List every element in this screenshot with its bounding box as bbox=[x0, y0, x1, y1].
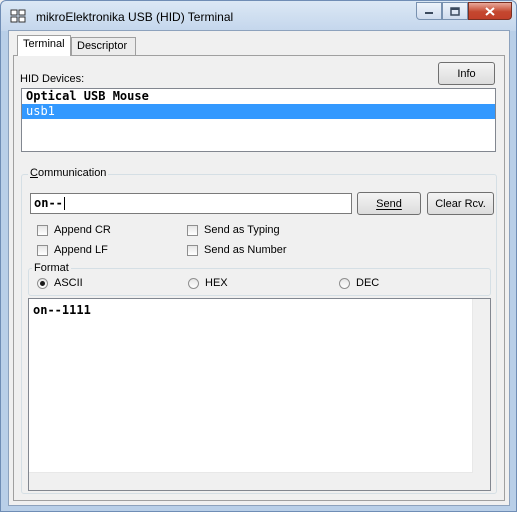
minimize-icon bbox=[425, 12, 433, 14]
vertical-scrollbar[interactable] bbox=[472, 299, 490, 473]
tab-terminal[interactable]: Terminal bbox=[17, 35, 71, 56]
horizontal-scrollbar[interactable] bbox=[29, 472, 473, 490]
app-window: mikroElektronika USB (HID) Terminal Term… bbox=[0, 0, 517, 512]
title-bar[interactable]: mikroElektronika USB (HID) Terminal bbox=[1, 1, 516, 31]
device-item-optical-usb-mouse[interactable]: Optical USB Mouse bbox=[22, 89, 495, 104]
communication-title-text: ommunication bbox=[37, 167, 107, 179]
maximize-icon bbox=[450, 6, 460, 16]
send-input[interactable]: on-- bbox=[30, 193, 352, 214]
send-as-typing-label: Send as Typing bbox=[204, 224, 280, 236]
client-area: Terminal Descriptor HID Devices: Info Op… bbox=[8, 30, 510, 506]
radio-button bbox=[188, 277, 199, 289]
close-button[interactable] bbox=[468, 2, 512, 20]
device-item-usb1[interactable]: usb1 bbox=[22, 104, 495, 119]
clear-receive-button[interactable]: Clear Rcv. bbox=[427, 192, 494, 215]
append-cr-checkbox[interactable]: Append CR bbox=[37, 224, 111, 236]
send-button-label: Send bbox=[376, 197, 402, 210]
format-hex-radio[interactable]: HEX bbox=[188, 277, 228, 289]
tab-descriptor[interactable]: Descriptor bbox=[71, 37, 136, 55]
receive-memo[interactable]: on--1111 bbox=[28, 298, 491, 491]
send-as-typing-checkbox[interactable]: Send as Typing bbox=[187, 224, 280, 236]
send-button[interactable]: Send bbox=[357, 192, 421, 215]
close-icon bbox=[485, 6, 495, 16]
send-as-number-label: Send as Number bbox=[204, 244, 287, 256]
checkbox-box bbox=[37, 244, 48, 256]
terminal-panel: HID Devices: Info Optical USB Mouse usb1… bbox=[13, 55, 505, 501]
checkbox-box bbox=[187, 244, 198, 256]
radio-button bbox=[37, 277, 48, 289]
window-title: mikroElektronika USB (HID) Terminal bbox=[36, 10, 234, 24]
ascii-label: ASCII bbox=[54, 277, 83, 289]
minimize-button[interactable] bbox=[416, 2, 442, 20]
append-cr-label: Append CR bbox=[54, 224, 111, 236]
append-lf-checkbox[interactable]: Append LF bbox=[37, 244, 108, 256]
dec-label: DEC bbox=[356, 277, 380, 289]
receive-text: on--1111 bbox=[33, 303, 91, 317]
format-ascii-radio[interactable]: ASCII bbox=[37, 277, 83, 289]
scrollbar-corner bbox=[473, 473, 490, 490]
format-group bbox=[28, 268, 491, 296]
info-button[interactable]: Info bbox=[438, 62, 495, 85]
checkbox-box bbox=[37, 224, 48, 236]
format-dec-radio[interactable]: DEC bbox=[339, 277, 379, 289]
hex-label: HEX bbox=[205, 277, 228, 289]
usb-terminal-icon bbox=[10, 9, 26, 23]
checkbox-box bbox=[187, 224, 198, 236]
send-input-value: on-- bbox=[34, 196, 63, 210]
append-lf-label: Append LF bbox=[54, 244, 108, 256]
maximize-button[interactable] bbox=[442, 2, 468, 20]
radio-button bbox=[339, 277, 350, 289]
format-title: Format bbox=[32, 262, 71, 274]
hid-devices-label: HID Devices: bbox=[20, 73, 85, 85]
send-as-number-checkbox[interactable]: Send as Number bbox=[187, 244, 287, 256]
text-caret bbox=[63, 197, 65, 210]
communication-title: Communication bbox=[28, 167, 109, 179]
hid-device-list[interactable]: Optical USB Mouse usb1 bbox=[21, 88, 496, 152]
